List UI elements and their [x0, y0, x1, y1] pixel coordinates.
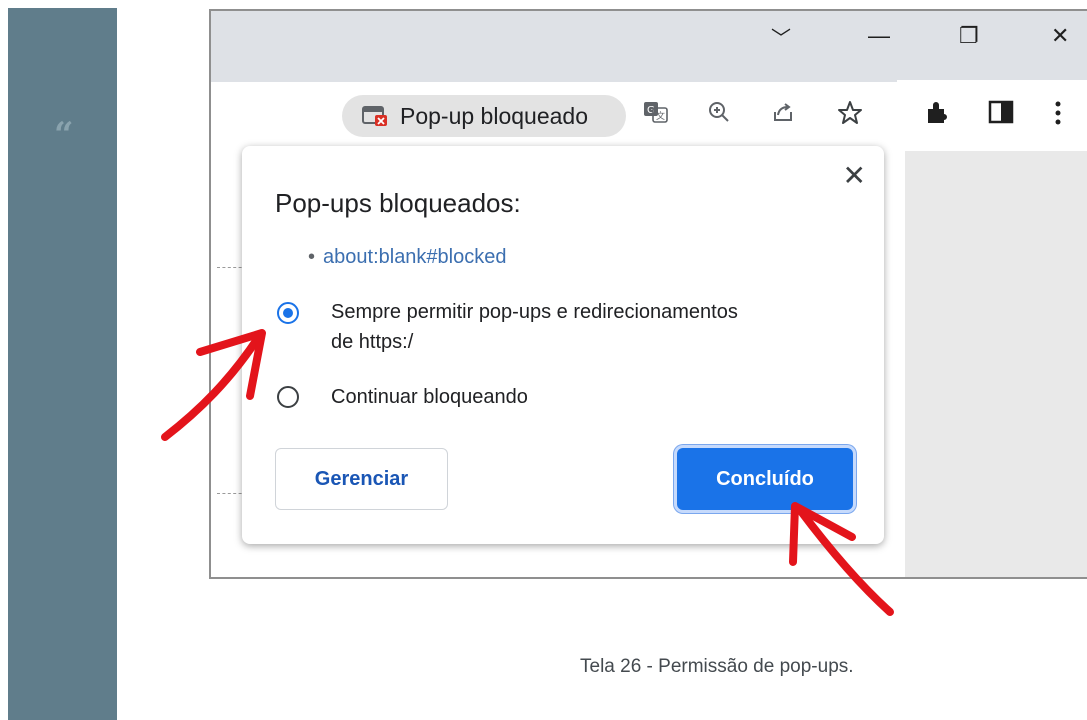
option-label-line: de https:/	[331, 331, 414, 353]
close-icon[interactable]: ✕	[843, 162, 866, 190]
extensions-icon[interactable]	[924, 100, 950, 131]
menu-icon[interactable]	[1053, 100, 1063, 131]
bullet-icon: •	[308, 246, 316, 268]
restore-button[interactable]: ❐	[959, 25, 979, 47]
done-button[interactable]: Concluído	[677, 448, 853, 510]
option-keep-blocking-label[interactable]: Continuar bloqueando	[331, 382, 528, 412]
manage-button[interactable]: Gerenciar	[275, 448, 448, 510]
browser-toolbar: Pop-up bloqueado G文	[211, 80, 1087, 153]
tab-search-chevron-icon[interactable]: ﹀	[771, 29, 791, 49]
popup-blocked-icon	[362, 105, 388, 127]
dialog-title: Pop-ups bloqueados:	[275, 188, 521, 218]
share-icon[interactable]	[771, 100, 795, 129]
blocked-popup-link[interactable]: • about:blank#blocked	[308, 246, 507, 269]
close-window-button[interactable]: ✕	[1051, 25, 1069, 47]
popup-blocked-chip[interactable]: Pop-up bloqueado	[342, 95, 626, 137]
zoom-icon[interactable]	[707, 100, 731, 129]
popup-blocked-dialog: ✕ Pop-ups bloqueados: • about:blank#block…	[242, 146, 884, 544]
translate-icon[interactable]: G文	[643, 100, 669, 129]
minimize-button[interactable]: —	[868, 25, 890, 47]
popup-blocked-label: Pop-up bloqueado	[400, 102, 588, 129]
star-icon[interactable]	[837, 100, 863, 131]
figure-caption: Tela 26 - Permissão de pop-ups.	[580, 656, 854, 677]
quote-mark-icon: “	[54, 115, 74, 155]
radio-keep-blocking[interactable]	[277, 386, 299, 408]
option-always-allow-label[interactable]: Sempre permitir pop-ups e redirecionamen…	[331, 297, 738, 357]
option-label-line: Sempre permitir pop-ups e redirecionamen…	[331, 301, 738, 323]
title-bar: ﹀ — ❐ ✕	[211, 11, 1087, 82]
side-panel-icon[interactable]	[988, 100, 1014, 129]
radio-always-allow[interactable]	[277, 302, 299, 324]
blocked-popup-url: about:blank#blocked	[323, 246, 507, 268]
svg-text:文: 文	[656, 110, 665, 122]
